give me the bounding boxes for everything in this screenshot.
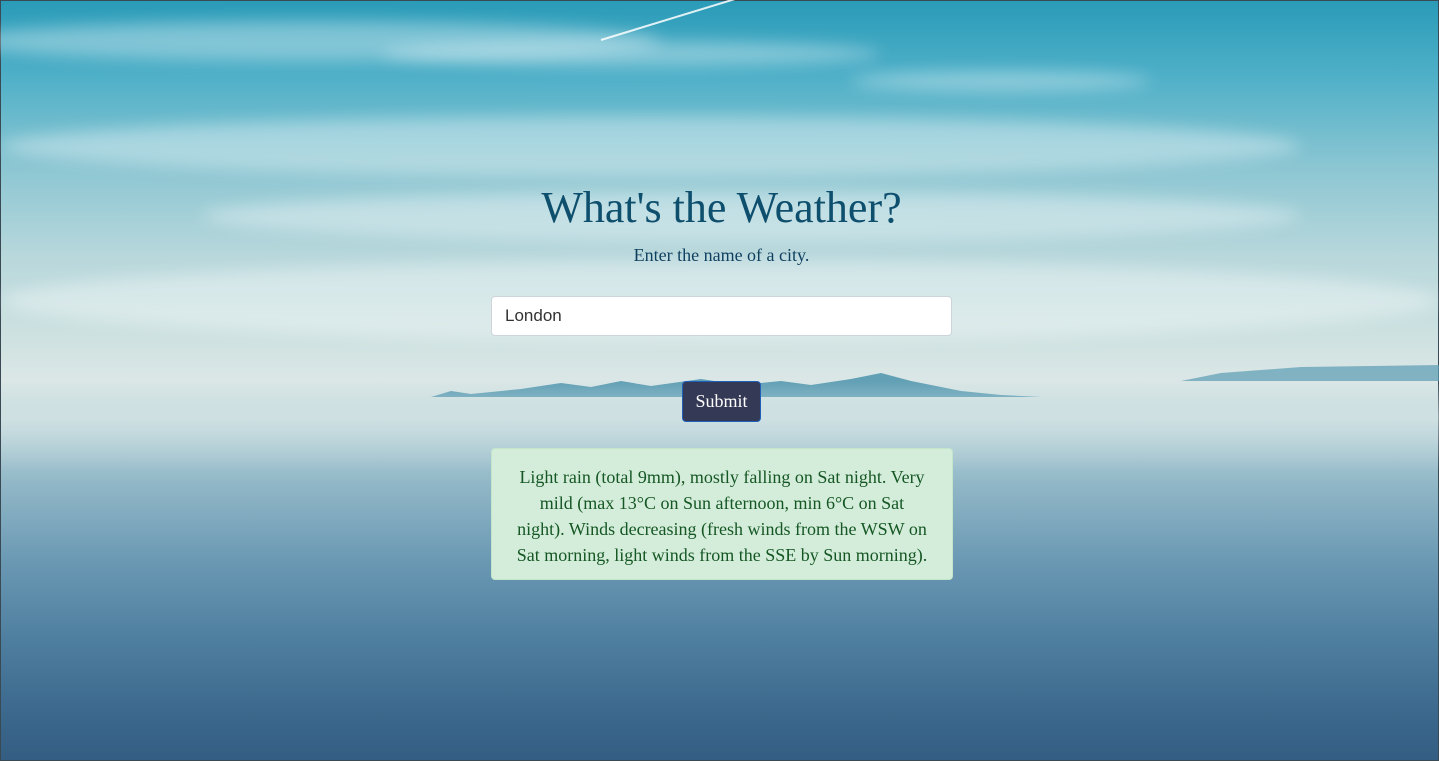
page-title: What's the Weather? (541, 183, 902, 232)
city-input[interactable] (491, 296, 952, 336)
submit-button[interactable]: Submit (682, 381, 761, 422)
weather-result-alert: Light rain (total 9mm), mostly falling o… (491, 448, 953, 580)
page-subtitle: Enter the name of a city. (633, 245, 810, 265)
cloud (381, 41, 881, 66)
cloud (851, 71, 1151, 91)
cloud (1, 116, 1301, 176)
